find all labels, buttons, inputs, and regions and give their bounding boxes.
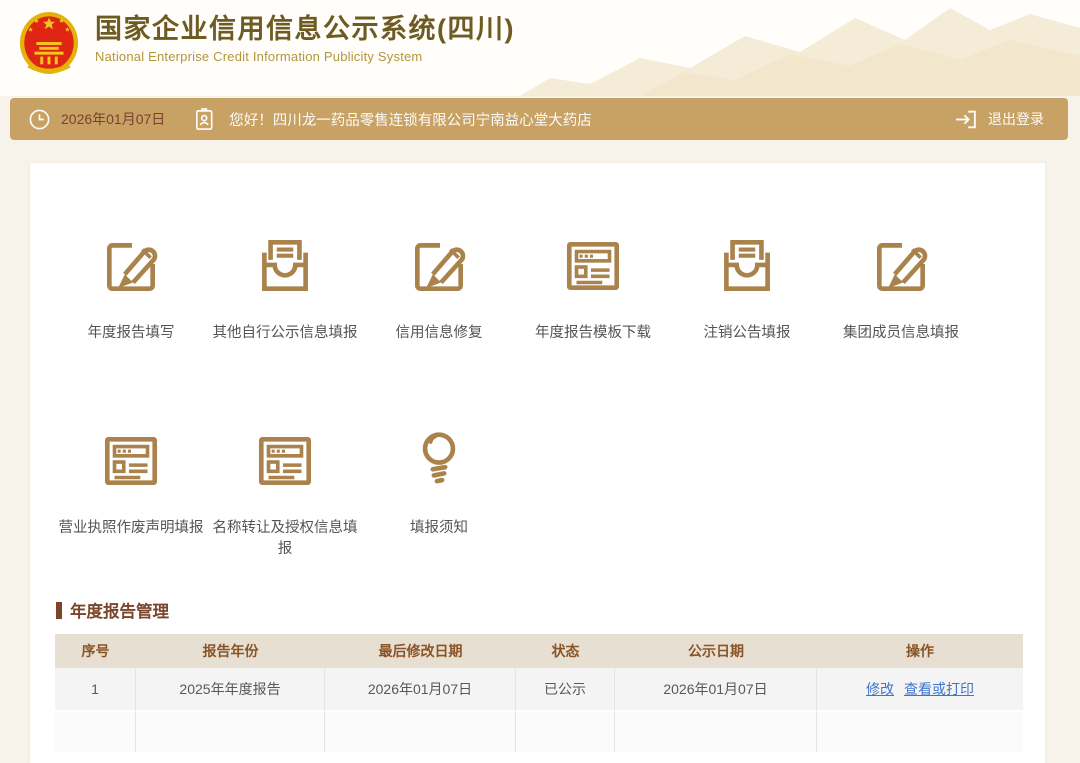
section-title: 年度报告管理 bbox=[56, 598, 1021, 622]
table-cell: 2025年年度报告 bbox=[136, 668, 325, 712]
quick-action-item[interactable]: 信用信息修复 bbox=[362, 233, 516, 344]
table-cell bbox=[55, 712, 136, 752]
clock-icon bbox=[28, 108, 51, 131]
site-title: 国家企业信用信息公示系统(四川) bbox=[95, 11, 515, 47]
table-cell: 2026年01月07日 bbox=[325, 668, 516, 712]
inbox-document-icon bbox=[252, 233, 318, 299]
table-cell bbox=[817, 712, 1023, 752]
table-row-partial bbox=[55, 712, 1023, 752]
quick-action-label: 年度报告模板下载 bbox=[516, 323, 670, 344]
site-subtitle: National Enterprise Credit Information P… bbox=[95, 49, 515, 64]
lightbulb-icon bbox=[406, 428, 472, 494]
edit-pencil-icon bbox=[406, 233, 472, 299]
modify-link[interactable]: 修改 bbox=[866, 679, 894, 699]
table-cell bbox=[136, 712, 325, 752]
quick-action-label: 注销公告填报 bbox=[670, 323, 824, 344]
form-window-icon bbox=[98, 428, 164, 494]
quick-action-label: 其他自行公示信息填报 bbox=[208, 323, 362, 344]
quick-action-item[interactable]: 名称转让及授权信息填报 bbox=[208, 428, 362, 560]
annual-report-table: 序号报告年份最后修改日期状态公示日期操作 12025年年度报告2026年01月0… bbox=[55, 634, 1023, 752]
table-cell: 已公示 bbox=[516, 668, 615, 712]
table-cell bbox=[325, 712, 516, 752]
session-bar: 2026年01月07日 您好！四川龙一药品零售连锁有限公司宁南益心堂大药店 退出… bbox=[10, 98, 1068, 140]
section-title-marker bbox=[56, 602, 62, 619]
logout-label: 退出登录 bbox=[988, 109, 1044, 129]
quick-action-label: 年度报告填写 bbox=[54, 323, 208, 344]
quick-action-label: 名称转让及授权信息填报 bbox=[208, 518, 362, 560]
table-cell bbox=[516, 712, 615, 752]
view-or-print-link[interactable]: 查看或打印 bbox=[904, 679, 974, 699]
logout-button[interactable]: 退出登录 bbox=[953, 107, 1044, 132]
table-cell: 1 bbox=[55, 668, 136, 712]
column-header: 操作 bbox=[817, 634, 1023, 668]
column-header: 报告年份 bbox=[136, 634, 325, 668]
edit-pencil-icon bbox=[868, 233, 934, 299]
quick-action-item[interactable]: 注销公告填报 bbox=[670, 233, 824, 344]
actions-cell: 修改查看或打印 bbox=[817, 668, 1023, 712]
column-header: 状态 bbox=[516, 634, 615, 668]
quick-action-item[interactable]: 年度报告模板下载 bbox=[516, 233, 670, 344]
quick-action-label: 填报须知 bbox=[362, 518, 516, 539]
quick-action-label: 信用信息修复 bbox=[362, 323, 516, 344]
table-cell: 2026年01月07日 bbox=[615, 668, 817, 712]
table-cell bbox=[615, 712, 817, 752]
current-date: 2026年01月07日 bbox=[61, 109, 165, 129]
site-header: 国家企业信用信息公示系统(四川) National Enterprise Cre… bbox=[0, 0, 1080, 96]
user-greeting: 您好！四川龙一药品零售连锁有限公司宁南益心堂大药店 bbox=[229, 109, 592, 130]
table-header-row: 序号报告年份最后修改日期状态公示日期操作 bbox=[55, 634, 1023, 668]
content-card: 年度报告填写其他自行公示信息填报信用信息修复年度报告模板下载注销公告填报集团成员… bbox=[30, 163, 1045, 763]
great-wall-watermark-image bbox=[520, 0, 1080, 96]
table-row: 12025年年度报告2026年01月07日已公示2026年01月07日修改查看或… bbox=[55, 668, 1023, 712]
quick-action-label: 集团成员信息填报 bbox=[824, 323, 978, 344]
annual-report-section: 年度报告管理 序号报告年份最后修改日期状态公示日期操作 12025年年度报告20… bbox=[54, 598, 1021, 752]
edit-pencil-icon bbox=[98, 233, 164, 299]
column-header: 序号 bbox=[55, 634, 136, 668]
table-body: 12025年年度报告2026年01月07日已公示2026年01月07日修改查看或… bbox=[55, 668, 1023, 752]
quick-action-item[interactable]: 其他自行公示信息填报 bbox=[208, 233, 362, 344]
form-window-icon bbox=[560, 233, 626, 299]
column-header: 公示日期 bbox=[615, 634, 817, 668]
national-emblem-logo bbox=[18, 9, 80, 77]
column-header: 最后修改日期 bbox=[325, 634, 516, 668]
inbox-document-icon bbox=[714, 233, 780, 299]
form-window-icon bbox=[252, 428, 318, 494]
quick-action-item[interactable]: 年度报告填写 bbox=[54, 233, 208, 344]
quick-action-label: 营业执照作废声明填报 bbox=[54, 518, 208, 539]
quick-action-item[interactable]: 填报须知 bbox=[362, 428, 516, 560]
quick-actions-grid: 年度报告填写其他自行公示信息填报信用信息修复年度报告模板下载注销公告填报集团成员… bbox=[54, 233, 1021, 644]
quick-action-item[interactable]: 营业执照作废声明填报 bbox=[54, 428, 208, 560]
logout-icon bbox=[953, 107, 978, 132]
id-badge-icon bbox=[193, 107, 216, 132]
quick-action-item[interactable]: 集团成员信息填报 bbox=[824, 233, 978, 344]
